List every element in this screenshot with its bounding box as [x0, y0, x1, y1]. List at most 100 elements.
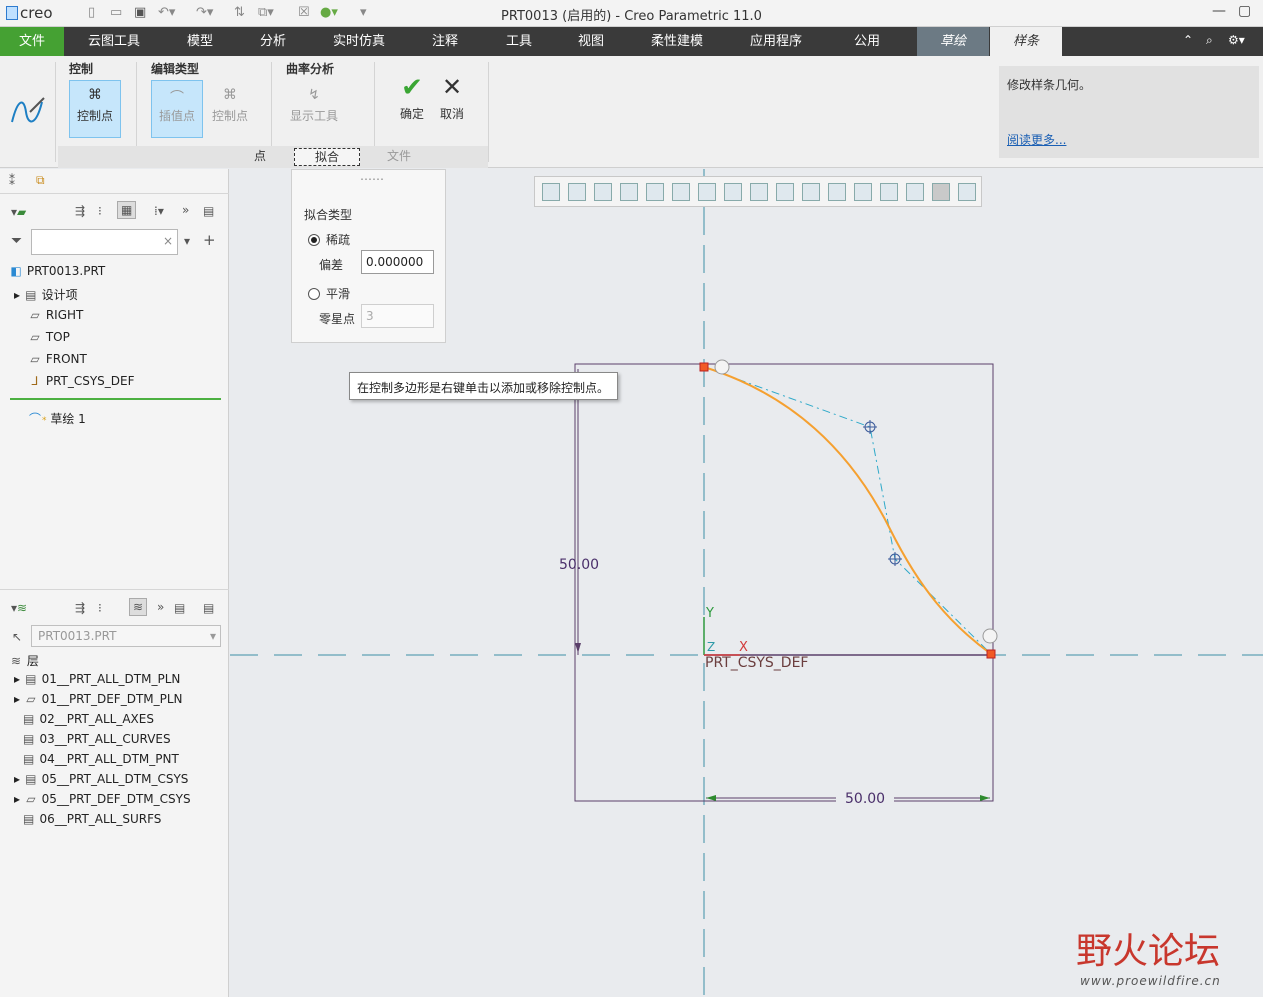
sparse-points-input[interactable]: 3	[361, 304, 434, 328]
subtab-file[interactable]: 文件	[364, 148, 434, 166]
more-layers-icon[interactable]: »	[157, 600, 164, 614]
tree-item-front[interactable]: ▱ FRONT	[28, 352, 86, 366]
tangency-handle-icon[interactable]	[714, 359, 730, 375]
horizontal-dimension-value[interactable]: 50.00	[845, 791, 885, 807]
layer-filters-icon[interactable]: ⇶	[75, 601, 85, 615]
clear-search-icon[interactable]: ×	[163, 234, 173, 248]
windows-icon[interactable]: ⧉▾	[258, 5, 274, 20]
tab-analysis[interactable]: 分析	[244, 27, 302, 56]
layer-menu-icon[interactable]: ▾≋	[11, 601, 27, 615]
zoom-out-icon[interactable]	[594, 183, 612, 201]
search-dropdown-icon[interactable]: ▾	[184, 234, 190, 248]
section-icon[interactable]	[828, 183, 846, 201]
open-file-icon[interactable]: ▭	[110, 5, 122, 20]
filter-icon[interactable]: ⏷	[11, 233, 22, 249]
refit-icon[interactable]	[542, 183, 560, 201]
control-points-button[interactable]: ⌘ 控制点	[69, 80, 121, 138]
tab-applications[interactable]: 应用程序	[735, 27, 817, 56]
annotation-display-icon[interactable]	[776, 183, 794, 201]
smooth-radio[interactable]: 平滑	[308, 285, 350, 302]
layer-item[interactable]: ▸ ▤ 05__PRT_ALL_DTM_CSYS	[14, 772, 188, 786]
add-filter-icon[interactable]: +	[203, 231, 216, 249]
interpolation-points-button[interactable]: ⌒ 插值点	[151, 80, 203, 138]
tree-item-sketch[interactable]: ⌒* 草绘 1	[28, 410, 86, 427]
collapse-ribbon-icon[interactable]: ⌃	[1183, 33, 1193, 47]
layer-item[interactable]: ▸ ▱ 01__PRT_DEF_DTM_PLN	[14, 692, 183, 706]
select-arrow-icon[interactable]: ↖	[12, 630, 22, 644]
model-tree-menu-icon[interactable]: ▾▰	[11, 205, 26, 219]
control-point[interactable]	[863, 420, 877, 434]
tangency-handle-icon[interactable]	[982, 628, 998, 644]
panel-grip-icon[interactable]: ⋯⋯	[360, 172, 384, 186]
tab-cloud-tools[interactable]: 云图工具	[78, 27, 150, 56]
regenerate-icon[interactable]: ⇅	[234, 5, 245, 20]
read-more-link[interactable]: 阅读更多...	[1007, 131, 1066, 148]
tree-search-input[interactable]: ×	[31, 229, 178, 255]
tab-sketch[interactable]: 草绘	[917, 27, 989, 56]
spline-endpoint-end[interactable]	[986, 649, 996, 659]
repaint-icon[interactable]	[620, 183, 638, 201]
undo-icon[interactable]: ↶▾	[158, 5, 175, 20]
tree-item-design-items[interactable]: ▸ ▤ 设计项	[14, 286, 78, 303]
more-icon[interactable]: »	[182, 203, 189, 217]
layer-item[interactable]: ▸ ▤ 01__PRT_ALL_DTM_PLN	[14, 672, 180, 686]
tree-item-right[interactable]: ▱ RIGHT	[28, 308, 83, 322]
tree-columns-icon[interactable]: ⁝	[98, 204, 102, 218]
customize-toolbar-icon[interactable]: ▾	[360, 5, 367, 20]
tab-file[interactable]: 文件	[0, 27, 64, 56]
dimension-display-icon[interactable]	[880, 183, 898, 201]
datum-display-icon[interactable]	[750, 183, 768, 201]
layer-item[interactable]: ▸ ▱ 05__PRT_DEF_DTM_CSYS	[14, 792, 191, 806]
save-icon[interactable]: ▣	[134, 5, 146, 20]
vertex-display-icon[interactable]	[958, 183, 976, 201]
sparse-radio[interactable]: 稀疏	[308, 231, 350, 248]
tab-common[interactable]: 公用	[834, 27, 900, 56]
subtab-points[interactable]: 点	[230, 148, 290, 166]
cancel-button[interactable]: ✕ 取消	[426, 72, 478, 130]
layer-item[interactable]: ▤ 02__PRT_ALL_AXES	[14, 712, 154, 726]
spin-center-icon[interactable]	[802, 183, 820, 201]
model-tree-tab-icon[interactable]: ⁑	[9, 174, 15, 188]
tolerance-input[interactable]: 0.000000	[361, 250, 434, 274]
tab-spline[interactable]: 样条	[990, 27, 1062, 56]
layer-notes-icon[interactable]: ▤	[203, 601, 214, 615]
layer-model-select[interactable]: PRT0013.PRT ▾	[31, 625, 221, 647]
sketch-view-icon[interactable]	[932, 183, 950, 201]
search-icon[interactable]: ⌕	[1206, 33, 1213, 48]
close-window-icon[interactable]: ☒	[298, 5, 310, 20]
redo-icon[interactable]: ↷▾	[196, 5, 213, 20]
tab-live-simulation[interactable]: 实时仿真	[318, 27, 400, 56]
layer-properties-icon[interactable]: ▤	[174, 601, 185, 615]
zoom-in-icon[interactable]	[568, 183, 586, 201]
status-icon[interactable]: ●▾	[320, 5, 338, 20]
tree-item-csys[interactable]: ⅃ PRT_CSYS_DEF	[28, 374, 135, 388]
appearance-icon[interactable]	[854, 183, 872, 201]
layer-item[interactable]: ▤ 03__PRT_ALL_CURVES	[14, 732, 171, 746]
tab-tools[interactable]: 工具	[490, 27, 548, 56]
tab-model[interactable]: 模型	[170, 27, 230, 56]
subtab-fit[interactable]: 拟合	[294, 148, 360, 166]
tab-flexible-modeling[interactable]: 柔性建模	[636, 27, 718, 56]
display-tool-button[interactable]: ↯ 显示工具	[284, 80, 344, 138]
vertical-dimension-value[interactable]: 50.00	[559, 557, 599, 573]
view-manager-icon[interactable]	[698, 183, 716, 201]
control-point[interactable]	[888, 552, 902, 566]
tree-item-top[interactable]: ▱ TOP	[28, 330, 69, 344]
insert-indicator[interactable]	[10, 398, 221, 400]
settings-icon[interactable]: ⚙▾	[1228, 33, 1245, 47]
display-style-icon[interactable]	[646, 183, 664, 201]
show-icon[interactable]: ⁞▾	[154, 204, 164, 218]
saved-orientations-icon[interactable]	[672, 183, 690, 201]
layer-item[interactable]: ▤ 06__PRT_ALL_SURFS	[14, 812, 161, 826]
control-polygon[interactable]	[703, 366, 992, 655]
perspective-icon[interactable]	[724, 183, 742, 201]
tab-view[interactable]: 视图	[562, 27, 620, 56]
folder-browser-tab-icon[interactable]: ⧉	[36, 173, 45, 188]
notes-icon[interactable]: ▤	[203, 204, 214, 218]
tree-settings-icon[interactable]: ▦	[117, 201, 137, 219]
layer-settings-icon[interactable]: ≋	[129, 598, 148, 616]
layer-columns-icon[interactable]: ⁝	[98, 601, 102, 615]
tab-annotate[interactable]: 注释	[416, 27, 474, 56]
tree-filters-icon[interactable]: ⇶	[75, 204, 85, 218]
minimize-icon[interactable]: —	[1212, 3, 1226, 19]
